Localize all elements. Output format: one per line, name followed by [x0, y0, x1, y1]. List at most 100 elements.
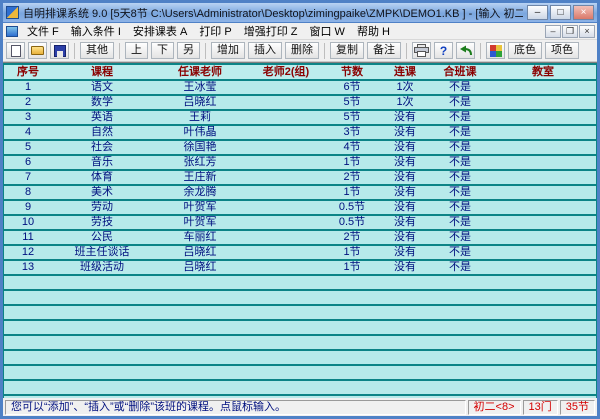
- cell-periods: 6节: [324, 81, 380, 94]
- table-row[interactable]: 11公民车丽红2节没有不是: [4, 231, 596, 244]
- cell-course: 音乐: [52, 156, 152, 169]
- cell-combined: 不是: [430, 216, 490, 229]
- menu-window[interactable]: 窗口 W: [304, 22, 351, 40]
- table-row[interactable]: 4自然叶伟晶3节没有不是: [4, 126, 596, 139]
- empty-table-row[interactable]: [4, 351, 596, 364]
- cell-consecutive: 没有: [380, 216, 430, 229]
- menu-input-conditions[interactable]: 输入条件 I: [65, 22, 127, 40]
- table-row[interactable]: 12班主任谈话吕晓红1节没有不是: [4, 246, 596, 259]
- another-button[interactable]: 另: [177, 42, 200, 59]
- table-row[interactable]: 1语文王冰莹6节1次不是: [4, 81, 596, 94]
- save-icon: [54, 45, 66, 57]
- cell-course: 班主任谈话: [52, 246, 152, 259]
- cell-teacher: 王冰莹: [152, 81, 248, 94]
- cell-room: [490, 186, 596, 199]
- window-title: 自明排课系统 9.0 [5天8节 C:\Users\Administrator\…: [23, 5, 523, 21]
- cell-course: 自然: [52, 126, 152, 139]
- note-button[interactable]: 备注: [367, 42, 401, 59]
- cell-course: 语文: [52, 81, 152, 94]
- other-button[interactable]: 其他: [80, 42, 114, 59]
- table-row[interactable]: 13班级活动吕晓红1节没有不是: [4, 261, 596, 274]
- cell-combined: 不是: [430, 261, 490, 274]
- cell-no: 4: [4, 126, 52, 139]
- menu-help[interactable]: 帮助 H: [351, 22, 396, 40]
- empty-table-row[interactable]: [4, 276, 596, 289]
- cell-teacher: 车丽红: [152, 231, 248, 244]
- empty-table-row[interactable]: [4, 306, 596, 319]
- help-button[interactable]: ?: [434, 42, 453, 59]
- cell-combined: 不是: [430, 81, 490, 94]
- palette-button[interactable]: [486, 42, 505, 59]
- cell-combined: 不是: [430, 201, 490, 214]
- table-row[interactable]: 7体育王庄新2节没有不是: [4, 171, 596, 184]
- menu-print[interactable]: 打印 P: [193, 22, 237, 40]
- cell-no: 13: [4, 261, 52, 274]
- table-body: 1语文王冰莹6节1次不是2数学吕晓红5节1次不是3英语王莉5节没有不是4自然叶伟…: [4, 81, 596, 398]
- empty-table-row[interactable]: [4, 381, 596, 394]
- cell-teacher2: [248, 111, 324, 124]
- toolbar-separator: [480, 43, 481, 59]
- minimize-button[interactable]: –: [527, 5, 548, 20]
- background-color-button[interactable]: 底色: [508, 42, 542, 59]
- app-window: 自明排课系统 9.0 [5天8节 C:\Users\Administrator\…: [0, 0, 600, 419]
- print-button[interactable]: [412, 42, 431, 59]
- cell-periods: 0.5节: [324, 201, 380, 214]
- help-icon: ?: [440, 44, 447, 58]
- table-row[interactable]: 9劳动叶贺军0.5节没有不是: [4, 201, 596, 214]
- table-row[interactable]: 2数学吕晓红5节1次不是: [4, 96, 596, 109]
- cell-course: 英语: [52, 111, 152, 124]
- empty-table-row[interactable]: [4, 291, 596, 304]
- table-row[interactable]: 8美术余龙腾1节没有不是: [4, 186, 596, 199]
- mdi-child-icon[interactable]: [6, 26, 18, 37]
- cell-consecutive: 没有: [380, 261, 430, 274]
- cell-room: [490, 81, 596, 94]
- table-row[interactable]: 5社会徐国艳4节没有不是: [4, 141, 596, 154]
- cell-combined: 不是: [430, 126, 490, 139]
- undo-button[interactable]: [456, 42, 475, 59]
- move-up-button[interactable]: 上: [125, 42, 148, 59]
- item-color-button[interactable]: 项色: [545, 42, 579, 59]
- cell-consecutive: 没有: [380, 126, 430, 139]
- cell-no: 6: [4, 156, 52, 169]
- cell-combined: 不是: [430, 186, 490, 199]
- toolbar-separator: [324, 43, 325, 59]
- menu-file[interactable]: 文件 F: [21, 22, 65, 40]
- cell-teacher2: [248, 81, 324, 94]
- column-header: 任课老师: [152, 65, 248, 79]
- mdi-close-button[interactable]: ×: [579, 25, 595, 38]
- cell-room: [490, 171, 596, 184]
- cell-consecutive: 没有: [380, 246, 430, 259]
- cell-consecutive: 没有: [380, 201, 430, 214]
- cell-teacher: 张红芳: [152, 156, 248, 169]
- menu-arrange-timetable[interactable]: 安排课表 A: [127, 22, 193, 40]
- insert-button[interactable]: 插入: [248, 42, 282, 59]
- cell-teacher: 余龙腾: [152, 186, 248, 199]
- table-row[interactable]: 10劳技叶贺军0.5节没有不是: [4, 216, 596, 229]
- delete-button[interactable]: 删除: [285, 42, 319, 59]
- mdi-restore-button[interactable]: ❐: [562, 25, 578, 38]
- add-button[interactable]: 增加: [211, 42, 245, 59]
- mdi-minimize-button[interactable]: –: [545, 25, 561, 38]
- cell-combined: 不是: [430, 246, 490, 259]
- open-file-button[interactable]: [28, 42, 47, 59]
- cell-combined: 不是: [430, 171, 490, 184]
- cell-periods: 3节: [324, 126, 380, 139]
- table-row[interactable]: 3英语王莉5节没有不是: [4, 111, 596, 124]
- table-row[interactable]: 6音乐张红芳1节没有不是: [4, 156, 596, 169]
- new-file-button[interactable]: [6, 42, 25, 59]
- empty-table-row[interactable]: [4, 336, 596, 349]
- menu-enhanced-print[interactable]: 增强打印 Z: [238, 22, 304, 40]
- close-button[interactable]: ×: [573, 5, 594, 20]
- empty-table-row[interactable]: [4, 321, 596, 334]
- maximize-button[interactable]: □: [550, 5, 571, 20]
- cell-combined: 不是: [430, 231, 490, 244]
- move-down-button[interactable]: 下: [151, 42, 174, 59]
- menu-bar: 文件 F 输入条件 I 安排课表 A 打印 P 增强打印 Z 窗口 W 帮助 H…: [3, 23, 597, 40]
- save-button[interactable]: [50, 42, 69, 59]
- toolbar: 其他 上 下 另 增加 插入 删除 复制 备注 ?: [3, 40, 597, 62]
- empty-table-row[interactable]: [4, 366, 596, 379]
- cell-consecutive: 没有: [380, 156, 430, 169]
- copy-button[interactable]: 复制: [330, 42, 364, 59]
- cell-teacher2: [248, 186, 324, 199]
- cell-room: [490, 156, 596, 169]
